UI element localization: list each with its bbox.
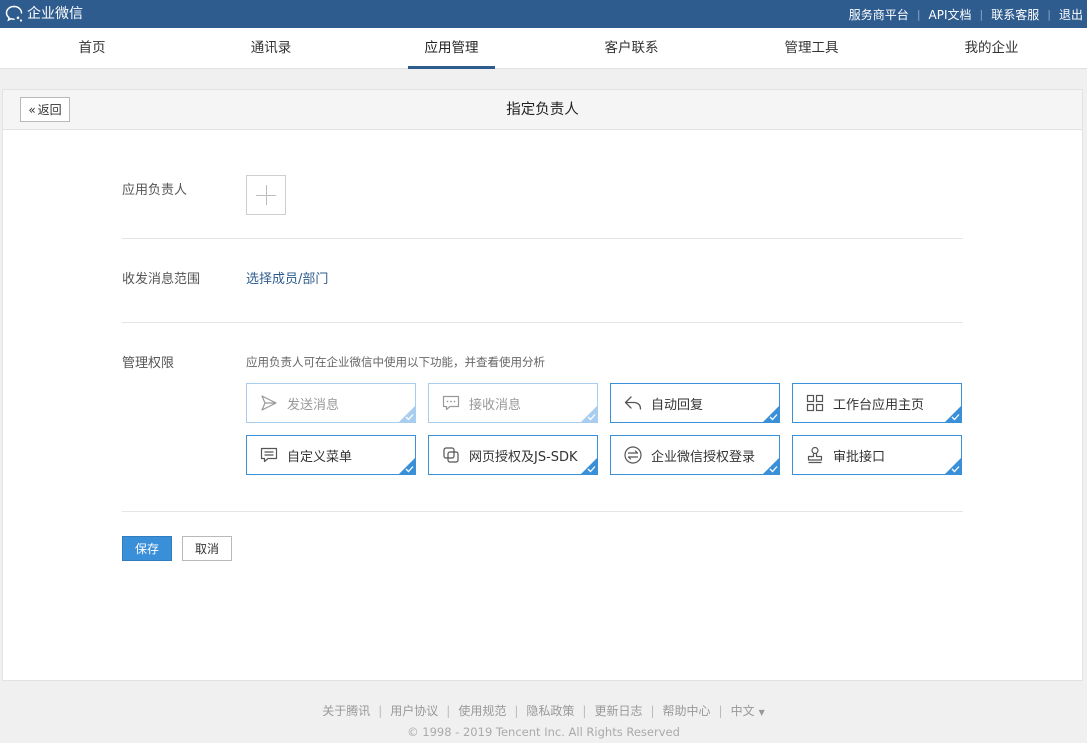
language-label: 中文 xyxy=(730,704,755,718)
perm-label: 接收消息 xyxy=(469,397,522,413)
message-icon xyxy=(442,395,460,411)
separator: | xyxy=(650,703,655,718)
separator: | xyxy=(446,703,451,718)
api-docs-link[interactable]: API文档 xyxy=(929,6,972,23)
check-icon xyxy=(951,414,960,421)
perm-label: 自动回复 xyxy=(651,397,704,413)
add-owner-button[interactable] xyxy=(246,175,286,215)
footer-link-changelog[interactable]: 更新日志 xyxy=(594,702,642,719)
scope-label: 收发消息范围 xyxy=(122,272,201,287)
logo-text: 企业微信 xyxy=(27,6,83,22)
menu-icon xyxy=(260,447,278,463)
separator: | xyxy=(582,703,587,718)
footer-link-agreement[interactable]: 用户协议 xyxy=(390,702,438,719)
perm-auto-reply[interactable]: 自动回复 xyxy=(610,383,780,423)
perm-send-message[interactable]: 发送消息 xyxy=(246,383,416,423)
perm-receive-message[interactable]: 接收消息 xyxy=(428,383,598,423)
copyright: © 1998 - 2019 Tencent Inc. All Rights Re… xyxy=(407,725,680,739)
tab-my-enterprise[interactable]: 我的企业 xyxy=(948,28,1035,69)
perm-label: 自定义菜单 xyxy=(287,449,353,465)
perm-custom-menu[interactable]: 自定义菜单 xyxy=(246,435,416,475)
permission-label: 管理权限 xyxy=(122,356,175,371)
exchange-icon xyxy=(624,446,642,464)
perm-label: 企业微信授权登录 xyxy=(651,449,756,465)
check-icon xyxy=(769,414,778,421)
tab-contacts[interactable]: 通讯录 xyxy=(235,28,307,69)
top-links: 服务商平台 | API文档 | 联系客服 | 退出 xyxy=(849,0,1083,28)
grid-icon xyxy=(806,394,824,412)
footer-links: 关于腾讯 | 用户协议 | 使用规范 | 隐私政策 | 更新日志 | 帮助中心 … xyxy=(0,702,1087,719)
check-icon xyxy=(769,466,778,473)
service-platform-link[interactable]: 服务商平台 xyxy=(849,6,909,23)
footer-link-rules[interactable]: 使用规范 xyxy=(458,702,506,719)
assign-owner-card: « 返回 指定负责人 应用负责人 收发消息范围 选择成员/部门 管理权限 应用负… xyxy=(2,89,1083,681)
check-icon xyxy=(587,466,596,473)
stamp-icon xyxy=(807,446,823,464)
perm-wecom-auth-login[interactable]: 企业微信授权登录 xyxy=(610,435,780,475)
card-header: « 返回 指定负责人 xyxy=(3,90,1082,130)
separator: | xyxy=(718,703,723,718)
wecom-logo-icon xyxy=(5,5,23,22)
reply-icon xyxy=(624,396,642,410)
perm-approval-api[interactable]: 审批接口 xyxy=(792,435,962,475)
footer-link-help[interactable]: 帮助中心 xyxy=(663,702,711,719)
top-bar: 企业微信 服务商平台 | API文档 | 联系客服 | 退出 xyxy=(0,0,1087,28)
select-members-link[interactable]: 选择成员/部门 xyxy=(246,268,328,287)
save-button[interactable]: 保存 xyxy=(122,536,172,561)
tab-management-tools[interactable]: 管理工具 xyxy=(768,28,855,69)
footer-link-privacy[interactable]: 隐私政策 xyxy=(526,702,574,719)
check-icon xyxy=(405,466,414,473)
logout-link[interactable]: 退出 xyxy=(1059,6,1083,23)
perm-web-auth-jssdk[interactable]: 网页授权及JS-SDK xyxy=(428,435,598,475)
caret-down-icon: ▼ xyxy=(758,708,765,717)
language-select[interactable]: 中文 ▼ xyxy=(731,702,765,719)
separator: | xyxy=(378,703,383,718)
tab-customer-contact[interactable]: 客户联系 xyxy=(588,28,675,69)
divider xyxy=(122,238,963,239)
perm-label: 工作台应用主页 xyxy=(833,397,925,413)
footer-link-about[interactable]: 关于腾讯 xyxy=(322,702,370,719)
separator: | xyxy=(1047,7,1051,21)
tab-app-management[interactable]: 应用管理 xyxy=(408,28,495,69)
footer: 关于腾讯 | 用户协议 | 使用规范 | 隐私政策 | 更新日志 | 帮助中心 … xyxy=(0,702,1087,740)
perm-label: 审批接口 xyxy=(833,449,886,465)
page-title: 指定负责人 xyxy=(506,102,579,118)
send-icon xyxy=(261,395,277,411)
check-icon xyxy=(951,466,960,473)
separator: | xyxy=(916,7,921,21)
owner-label: 应用负责人 xyxy=(122,183,188,198)
separator: | xyxy=(979,7,984,21)
main-nav: 首页 通讯录 应用管理 客户联系 管理工具 我的企业 xyxy=(0,28,1087,69)
contact-support-link[interactable]: 联系客服 xyxy=(991,6,1039,23)
link-icon xyxy=(443,447,459,463)
divider xyxy=(122,322,963,323)
perm-workbench-homepage[interactable]: 工作台应用主页 xyxy=(792,383,962,423)
divider xyxy=(122,511,963,512)
perm-label: 发送消息 xyxy=(287,397,340,413)
tab-home[interactable]: 首页 xyxy=(62,28,122,69)
perm-label: 网页授权及JS-SDK xyxy=(469,449,578,465)
permission-description: 应用负责人可在企业微信中使用以下功能，并查看使用分析 xyxy=(246,355,545,369)
cancel-button[interactable]: 取消 xyxy=(182,536,232,561)
separator: | xyxy=(514,703,519,718)
check-icon xyxy=(405,414,414,421)
check-icon xyxy=(587,414,596,421)
logo[interactable]: 企业微信 xyxy=(4,4,83,24)
